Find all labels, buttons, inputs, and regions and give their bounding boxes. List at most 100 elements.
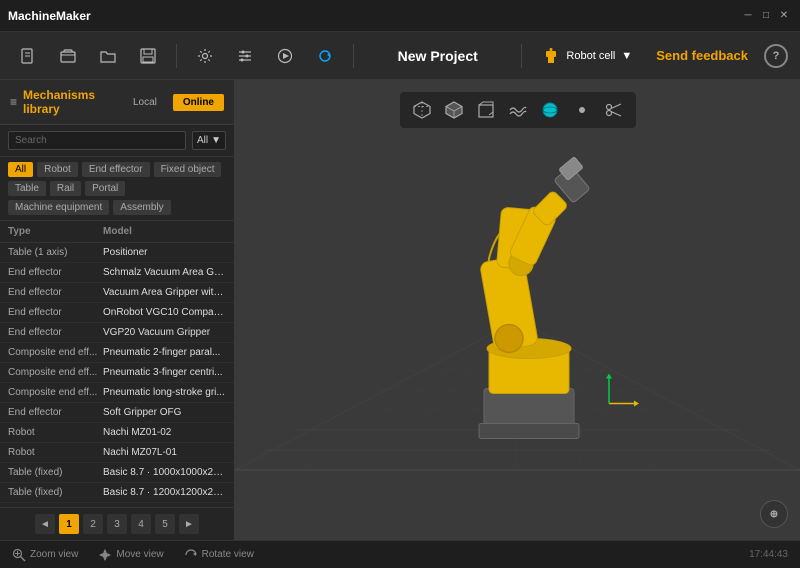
project-title: New Project: [398, 48, 478, 64]
online-tab[interactable]: Online: [173, 94, 224, 111]
move-tool[interactable]: Move view: [98, 548, 163, 562]
sync-button[interactable]: [309, 40, 341, 72]
list-item[interactable]: Table (fixed)Basic 8.7 · 1000x1000x25 ..…: [0, 463, 234, 483]
page-btn-3[interactable]: 3: [107, 514, 127, 534]
list-item-type: Robot: [8, 427, 103, 438]
list-item[interactable]: End effectorOnRobot VGC10 Compact Vac...: [0, 303, 234, 323]
list-item[interactable]: RobotNachi MZ01-02: [0, 423, 234, 443]
cut-button[interactable]: [600, 96, 628, 124]
list-item[interactable]: End effectorVacuum Area Gripper with ...: [0, 283, 234, 303]
filter-tag-robot[interactable]: Robot: [37, 162, 78, 177]
list-item-type: End effector: [8, 307, 103, 318]
robot-model: [389, 149, 669, 472]
page-btn-1[interactable]: 1: [59, 514, 79, 534]
filter-tags: All Robot End effector Fixed object Table Rai…: [0, 157, 234, 221]
list-item-type: End effector: [8, 327, 103, 338]
list-item[interactable]: RobotNachi MZ07L-01: [0, 443, 234, 463]
list-item-type: End effector: [8, 407, 103, 418]
robot-cell-button[interactable]: Robot cell ▼: [534, 43, 640, 69]
list-item-type: Composite end eff...: [8, 367, 103, 378]
settings-button[interactable]: [189, 40, 221, 72]
zoom-tool[interactable]: Zoom view: [12, 548, 78, 562]
list-item-model: OnRobot VGC10 Compact Vac...: [103, 307, 226, 318]
feedback-button[interactable]: Send feedback: [648, 44, 756, 67]
list-item-type: Robot: [8, 447, 103, 458]
dot-button[interactable]: [568, 96, 596, 124]
box-outline-button[interactable]: [472, 96, 500, 124]
search-input[interactable]: [8, 131, 186, 150]
sphere-button[interactable]: [536, 96, 564, 124]
local-tab[interactable]: Local: [123, 94, 167, 111]
list-item[interactable]: End effectorSoft Gripper OFG: [0, 403, 234, 423]
list-item-type: End effector: [8, 287, 103, 298]
filter-select[interactable]: All ▼: [192, 131, 226, 150]
list-item-model: Nachi MZ01-02: [103, 427, 226, 438]
folder-button[interactable]: [92, 40, 124, 72]
list-item-model: Basic 8.7 · 1200x1200x25 Pl...: [103, 487, 226, 498]
page-btn-5[interactable]: 5: [155, 514, 175, 534]
list-item-model: VGP20 Vacuum Gripper: [103, 327, 226, 338]
minimize-button[interactable]: ─: [740, 8, 756, 24]
list-item[interactable]: End effectorSchmalz Vacuum Area Gripp...: [0, 263, 234, 283]
filter-chevron: ▼: [211, 135, 221, 146]
list-item[interactable]: Composite end eff...Pneumatic 3-finger c…: [0, 363, 234, 383]
panel-menu-icon[interactable]: ≡: [10, 95, 17, 109]
pagination: ◄12345►: [0, 507, 234, 540]
help-button[interactable]: ?: [764, 44, 788, 68]
maximize-button[interactable]: □: [758, 8, 774, 24]
zoom-label: Zoom view: [30, 549, 78, 560]
page-btn-4[interactable]: 4: [131, 514, 151, 534]
col-type-header: Type: [8, 226, 103, 237]
list-item[interactable]: End effectorVGP20 Vacuum Gripper: [0, 323, 234, 343]
close-button[interactable]: ✕: [776, 8, 792, 24]
list-item-type: End effector: [8, 267, 103, 278]
compass: ⊕: [760, 500, 788, 528]
filter-tag-portal[interactable]: Portal: [85, 181, 125, 196]
cube-solid-button[interactable]: [440, 96, 468, 124]
list-item[interactable]: Composite end eff...Pneumatic long-strok…: [0, 383, 234, 403]
surface-button[interactable]: [504, 96, 532, 124]
filter-tag-fixed-object[interactable]: Fixed object: [154, 162, 222, 177]
move-icon: [98, 548, 112, 562]
main-toolbar: New Project Robot cell ▼ Send feedback ?: [0, 32, 800, 80]
new-file-button[interactable]: [12, 40, 44, 72]
rotate-icon: [184, 548, 198, 562]
sliders-button[interactable]: [229, 40, 261, 72]
filter-tag-rail[interactable]: Rail: [50, 181, 81, 196]
robot-svg: [389, 149, 669, 469]
page-btn-◄[interactable]: ◄: [35, 514, 55, 534]
list-item[interactable]: Table (fixed)Basic 8.7 · 1200x1200x25 Pl…: [0, 483, 234, 503]
app-name: MachineMaker: [8, 9, 91, 23]
list-item-model: Schmalz Vacuum Area Gripp...: [103, 267, 226, 278]
list-item-model: Soft Gripper OFG: [103, 407, 226, 418]
list-item-model: Nachi MZ07L-01: [103, 447, 226, 458]
list-item-type: Composite end eff...: [8, 387, 103, 398]
list-header: Type Model: [0, 221, 234, 243]
page-btn-►[interactable]: ►: [179, 514, 199, 534]
filter-tag-table[interactable]: Table: [8, 181, 46, 196]
panel-header: ≡ Mechanisms library Local Online: [0, 80, 234, 125]
save-button[interactable]: [132, 40, 164, 72]
filter-tag-assembly[interactable]: Assembly: [113, 200, 170, 215]
filter-tag-machine-equipment[interactable]: Machine equipment: [8, 200, 109, 215]
list-item[interactable]: Composite end eff...Pneumatic 2-finger p…: [0, 343, 234, 363]
robot-cell-chevron[interactable]: ▼: [621, 50, 632, 62]
filter-tag-all[interactable]: All: [8, 162, 33, 177]
zoom-icon: [12, 548, 26, 562]
list-item-type: Composite end eff...: [8, 347, 103, 358]
bottom-toolbar: Zoom view Move view Rotate view 17:44:43: [0, 540, 800, 568]
filter-tag-end-effector[interactable]: End effector: [82, 162, 150, 177]
col-model-header: Model: [103, 226, 226, 237]
main-content: ≡ Mechanisms library Local Online All ▼ …: [0, 80, 800, 540]
titlebar: MachineMaker ─ □ ✕: [0, 0, 800, 32]
panel-title: Mechanisms library: [23, 88, 117, 116]
open-file-button[interactable]: [52, 40, 84, 72]
list-item-type: Table (fixed): [8, 467, 103, 478]
play-button[interactable]: [269, 40, 301, 72]
list-item[interactable]: Table (1 axis)Positioner: [0, 243, 234, 263]
timestamp: 17:44:43: [749, 549, 788, 560]
viewport[interactable]: ⊕: [235, 80, 800, 540]
cube-outline-button[interactable]: [408, 96, 436, 124]
page-btn-2[interactable]: 2: [83, 514, 103, 534]
rotate-tool[interactable]: Rotate view: [184, 548, 254, 562]
